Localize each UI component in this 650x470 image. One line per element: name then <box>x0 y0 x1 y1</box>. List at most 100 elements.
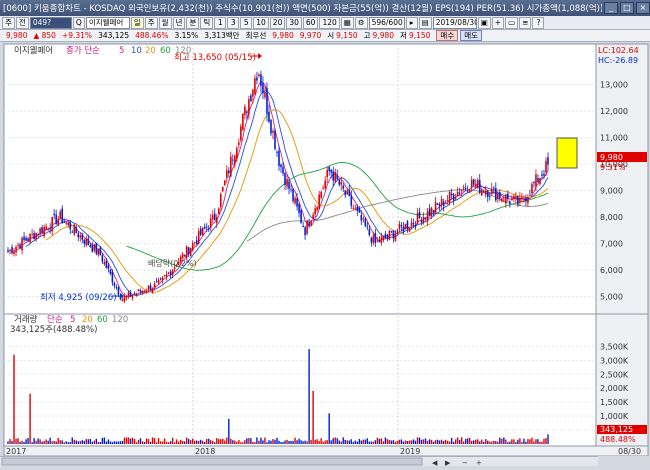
candle-body <box>234 155 236 165</box>
window-title: [0600] 키움종합차트 - KOSDAQ 외국인보유(2,432(천)) 주… <box>3 4 602 14</box>
minute-60-button[interactable]: 60 <box>302 16 319 29</box>
menu-button[interactable]: 주 <box>2 16 15 29</box>
period-week-button[interactable]: 주 <box>144 16 158 29</box>
chart-scrollbar[interactable]: ◀ ▶ − + <box>0 456 598 467</box>
chart-type-icon[interactable]: ▦ <box>340 16 354 29</box>
highlight-marker[interactable] <box>556 137 578 169</box>
minute-30-button[interactable]: 30 <box>286 16 302 29</box>
price-tick-label: 13,000 <box>600 81 628 90</box>
candle-body <box>107 265 110 269</box>
config-icon[interactable]: ≡ <box>519 16 532 29</box>
volume-bar <box>260 437 262 444</box>
settings-icon[interactable]: ⚙ <box>354 16 368 29</box>
candle-body <box>91 245 94 252</box>
candle-body <box>456 191 459 197</box>
volume-bar <box>368 441 371 444</box>
minute-3-button[interactable]: 3 <box>227 16 240 29</box>
candle-body <box>444 202 447 204</box>
candle-body <box>215 217 218 223</box>
candle-body <box>513 196 515 199</box>
volume-bar <box>149 441 152 444</box>
candle-body <box>288 181 290 189</box>
candle-body <box>492 187 495 189</box>
period-minute-button[interactable]: 분 <box>186 16 200 29</box>
sell-button[interactable]: 매도 <box>460 30 483 41</box>
candle-body <box>398 223 401 229</box>
candle-body <box>13 250 15 255</box>
candle-body <box>157 279 160 284</box>
stock-code-input[interactable]: 049? <box>29 16 72 29</box>
candle-body <box>430 207 433 216</box>
volume-bar <box>193 440 196 444</box>
candle-body <box>388 230 391 240</box>
candle-body <box>535 174 537 187</box>
candle-body <box>39 228 41 235</box>
current-price: 9,980 <box>6 31 28 40</box>
candle-body <box>57 219 59 226</box>
candle-body <box>111 271 114 283</box>
volume-bar <box>485 439 487 444</box>
calendar-icon[interactable]: ▤ <box>418 16 432 29</box>
volume-bar <box>151 437 154 444</box>
open-label: 시 <box>327 31 335 40</box>
volume-bar <box>458 440 461 444</box>
minute-5-button[interactable]: 5 <box>240 16 253 29</box>
bid-1: 9,980 <box>272 31 294 40</box>
volume-bar <box>450 437 453 444</box>
period-tick-button[interactable]: 틱 <box>200 16 214 29</box>
candle-body <box>266 87 268 114</box>
volume-bar <box>171 437 174 444</box>
candle-body <box>318 194 320 209</box>
candle-body <box>262 83 264 94</box>
candle-body <box>539 178 541 185</box>
maximize-icon[interactable]: □ <box>620 2 634 14</box>
add-icon[interactable]: + <box>491 16 505 29</box>
print-icon[interactable]: ▭ <box>505 16 519 29</box>
candle-body <box>252 89 254 97</box>
candle-body <box>312 214 314 220</box>
candle-body <box>99 247 102 256</box>
buy-button[interactable]: 매수 <box>436 30 459 41</box>
candle-body <box>9 249 11 252</box>
candle-body <box>59 211 61 219</box>
minute-1-button[interactable]: 1 <box>214 16 227 29</box>
volume-bar <box>191 438 194 444</box>
candle-body <box>240 126 242 141</box>
volume-bar <box>320 438 322 444</box>
minute-10-button[interactable]: 10 <box>253 16 269 29</box>
volume-bar <box>49 437 51 444</box>
volume-bar <box>157 438 160 444</box>
period-year-button[interactable]: 년 <box>172 16 186 29</box>
minimize-icon[interactable]: _ <box>604 2 618 14</box>
search-count-icon[interactable]: ▸ <box>405 16 418 29</box>
help-icon[interactable]: ? <box>532 16 545 29</box>
volume-bar <box>440 439 443 444</box>
vol-legend-ma20: 20 <box>82 315 93 325</box>
date-input[interactable]: 2019/08/30 <box>432 16 477 29</box>
candle-body <box>509 201 511 204</box>
lock-icon[interactable]: ▣ <box>477 16 491 29</box>
volume-bar <box>310 439 312 444</box>
candle-body <box>334 171 337 182</box>
period-day-button[interactable]: 일 <box>130 16 144 29</box>
minute-20-button[interactable]: 20 <box>269 16 286 29</box>
candle-body <box>258 74 260 77</box>
candle-body <box>236 148 238 159</box>
stock-chart[interactable]: 13,00012,00011,00010,0009,0008,0007,0006… <box>0 42 650 456</box>
volume-bar <box>185 437 188 444</box>
minute-120-button[interactable]: 120 <box>319 16 340 29</box>
candle-body <box>440 198 443 205</box>
market-button[interactable]: 전 <box>15 16 29 29</box>
candle-body <box>77 233 80 238</box>
volume-bar <box>242 442 244 444</box>
volume-bar <box>21 440 23 444</box>
period-month-button[interactable]: 월 <box>158 16 172 29</box>
data-count-input[interactable]: 596/600 <box>368 16 405 29</box>
close-icon[interactable]: × <box>636 2 650 14</box>
volume-bar <box>240 442 242 444</box>
search-icon[interactable]: Q <box>72 16 85 29</box>
candle-body <box>416 213 419 224</box>
candle-body <box>121 299 124 301</box>
candle-body <box>213 213 216 221</box>
zoom-out-icon: − <box>462 459 468 467</box>
